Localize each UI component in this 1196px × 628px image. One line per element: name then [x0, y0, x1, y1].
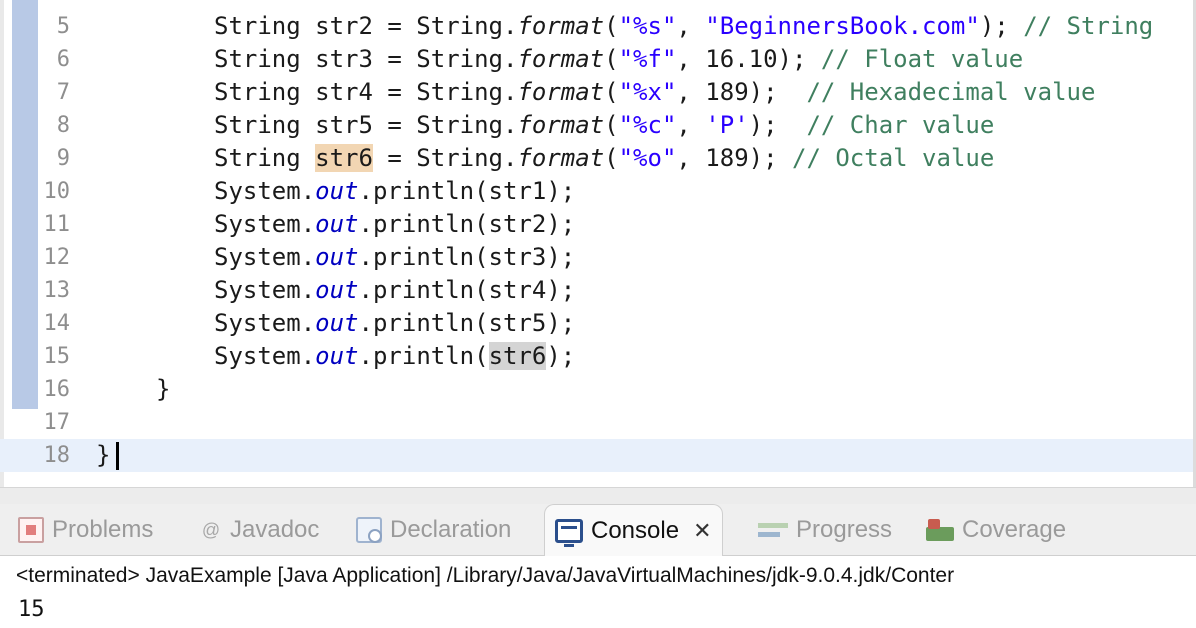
tab-label: Console [591, 516, 680, 544]
code-text: System.out.println(str2); [214, 210, 576, 238]
code-text: String str6 = String.format("%o", 189); … [214, 144, 995, 172]
line-number: 15 [43, 344, 71, 369]
code-line[interactable]: 11 System.out.println(str2); [0, 208, 1193, 241]
code-text: String str2 = String.format("%s", "Begin… [214, 12, 1154, 40]
tab-label: Problems [52, 516, 154, 543]
code-text: String str3 = String.format("%f", 16.10)… [214, 45, 1024, 73]
close-icon[interactable]: ✕ [693, 518, 711, 544]
code-line[interactable]: 15 System.out.println(str6); [0, 340, 1193, 373]
console-status: <terminated> JavaExample [Java Applicati… [16, 564, 955, 587]
coverage-icon [926, 519, 954, 541]
code-text: System.out.println(str6); [214, 342, 576, 370]
console-output: 15 [18, 595, 45, 625]
console-view[interactable]: <terminated> JavaExample [Java Applicati… [0, 557, 1196, 628]
line-number: 11 [43, 212, 71, 237]
code-line[interactable]: 12 System.out.println(str3); [0, 241, 1193, 274]
console-output-line: 15 [18, 597, 45, 622]
code-text: } [96, 439, 120, 472]
line-number: 13 [43, 278, 71, 303]
tab-declaration[interactable]: Declaration [356, 504, 511, 556]
javadoc-icon: @ [201, 520, 221, 540]
bottom-panel-tabs: Problems @ Javadoc Declaration Console ✕… [0, 504, 1196, 556]
declaration-icon [356, 517, 382, 543]
code-line[interactable]: 13 System.out.println(str4); [0, 274, 1193, 307]
tab-label: Progress [796, 516, 893, 543]
code-text: System.out.println(str5); [214, 309, 576, 337]
line-number: 16 [43, 377, 71, 402]
line-number: 18 [43, 443, 71, 468]
progress-icon [758, 521, 788, 539]
code-text: System.out.println(str1); [214, 177, 576, 205]
code-line[interactable]: 16} [0, 373, 1193, 406]
line-number: 12 [43, 245, 71, 270]
tab-label: Javadoc [230, 516, 320, 543]
code-line[interactable]: 9 String str6 = String.format("%o", 189);… [0, 142, 1193, 175]
code-line[interactable]: 17 [0, 406, 1193, 439]
code-text: } [156, 375, 171, 403]
code-text: String str4 = String.format("%x", 189); … [214, 78, 1096, 106]
code-editor[interactable]: 5 String str2 = String.format("%s", "Begi… [0, 0, 1196, 488]
code-line[interactable]: 18} [0, 439, 1193, 472]
tab-console[interactable]: Console ✕ [544, 504, 723, 556]
line-number: 9 [56, 146, 70, 171]
code-text: System.out.println(str4); [214, 276, 576, 304]
tab-label: Declaration [390, 516, 512, 543]
code-line[interactable]: 5 String str2 = String.format("%s", "Begi… [0, 10, 1193, 43]
line-number: 14 [43, 311, 71, 336]
tab-progress[interactable]: Progress [758, 504, 892, 556]
line-number: 5 [56, 14, 70, 39]
text-cursor [116, 442, 120, 470]
code-text: System.out.println(str3); [214, 243, 576, 271]
code-line[interactable]: 10 System.out.println(str1); [0, 175, 1193, 208]
line-number: 8 [56, 113, 70, 138]
line-number: 17 [43, 410, 71, 435]
code-line[interactable]: 8 String str5 = String.format("%c", 'P');… [0, 109, 1193, 142]
console-icon [555, 518, 583, 547]
tab-problems[interactable]: Problems [18, 504, 153, 556]
code-line[interactable]: 14 System.out.println(str5); [0, 307, 1193, 340]
tab-coverage[interactable]: Coverage [926, 504, 1066, 556]
code-line[interactable]: 7 String str4 = String.format("%x", 189);… [0, 76, 1193, 109]
panel-separator [0, 488, 1196, 504]
code-line[interactable]: 6 String str3 = String.format("%f", 16.10… [0, 43, 1193, 76]
code-text: String str5 = String.format("%c", 'P'); … [214, 111, 995, 139]
line-number: 10 [43, 179, 71, 204]
line-number: 7 [56, 80, 70, 105]
line-number: 6 [56, 47, 70, 72]
tab-label: Coverage [962, 516, 1067, 543]
tab-javadoc[interactable]: @ Javadoc [200, 504, 320, 556]
problems-icon [18, 517, 44, 543]
